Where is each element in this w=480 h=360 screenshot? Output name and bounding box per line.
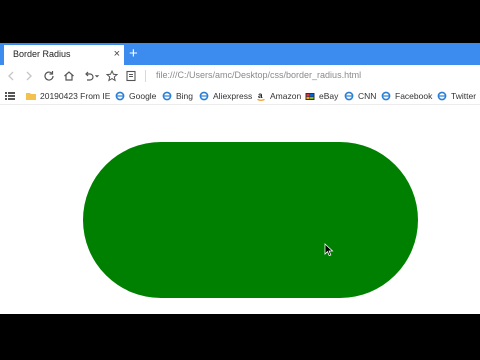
bookmark-label: eBay [319,91,339,101]
bookmark-label: Facebook [395,91,433,101]
arrow-right-icon [26,71,32,81]
bookmark-twitter[interactable]: Twitter [437,90,476,102]
bookmark-ebay[interactable]: eBay [305,90,338,102]
page-content [0,105,480,314]
favorite-button[interactable] [104,68,120,84]
bookmark-google[interactable]: Google [115,90,156,102]
folder-icon [26,93,36,100]
bookmark-folder[interactable]: 20190423 From IE [26,90,110,102]
bookmark-label: Twitter [451,91,477,101]
toolbar: file:///C:/Users/amc/Desktop/css/border_… [0,65,480,87]
ie-icon [115,91,125,101]
ebay-icon [305,93,315,100]
amazon-icon: a [257,91,265,101]
forward-button[interactable] [21,68,37,84]
rounded-box [83,142,418,298]
apps-grid-icon [5,92,15,100]
bookmark-label: Bing [176,91,194,101]
bookmark-aliexpress[interactable]: Aliexpress [199,90,252,102]
bookmark-label: CNN [358,91,377,101]
toolbar-divider [145,70,146,82]
ie-icon [381,91,391,101]
tab-strip: Border Radius × + [0,43,480,65]
address-bar[interactable]: file:///C:/Users/amc/Desktop/css/border_… [156,70,361,80]
bookmark-label: Amazon [270,91,302,101]
reading-list-button[interactable] [123,68,139,84]
bookmark-label: Aliexpress [213,91,253,101]
undo-dropdown[interactable] [93,68,101,84]
home-icon [64,71,74,81]
back-button[interactable] [3,68,19,84]
new-tab-button[interactable]: + [129,44,138,64]
reload-icon [44,71,54,81]
bookmark-label: 20190423 From IE [40,91,111,101]
caret-down-icon [94,75,100,78]
tab-title: Border Radius [13,49,71,59]
bookmark-bing[interactable]: Bing [162,90,193,102]
arrow-left-icon [8,71,14,81]
apps-button[interactable] [5,90,19,102]
document-icon [126,70,136,82]
home-button[interactable] [61,68,77,84]
ie-icon [162,91,172,101]
ie-icon [199,91,209,101]
svg-text:a: a [258,91,263,100]
tab-border-radius[interactable]: Border Radius × [4,45,124,65]
mouse-cursor-icon [324,243,334,257]
bookmarks-bar: 20190423 From IE Google Bing Aliexpress … [0,87,480,105]
reload-button[interactable] [41,68,57,84]
ie-icon [437,91,447,101]
close-icon[interactable]: × [114,47,120,61]
bookmark-facebook[interactable]: Facebook [381,90,432,102]
bookmark-cnn[interactable]: CNN [344,90,376,102]
browser-window: Border Radius × + file:///C:/Users/amc/D… [0,43,480,314]
bookmark-label: Google [129,91,157,101]
ie-icon [344,91,354,101]
bookmark-amazon[interactable]: a Amazon [256,90,301,102]
star-icon [106,70,118,82]
